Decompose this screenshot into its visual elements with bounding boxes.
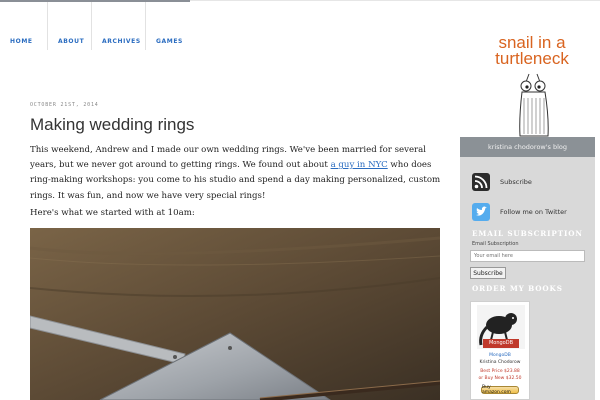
order-books-heading: ORDER MY BOOKS bbox=[472, 284, 563, 293]
snail-mascot-icon bbox=[519, 73, 549, 137]
book-cover[interactable]: MongoDB bbox=[477, 305, 525, 349]
nav-archives[interactable]: ARCHIVES bbox=[92, 2, 146, 50]
email-input[interactable] bbox=[470, 250, 585, 262]
main-nav: HOME ABOUT ARCHIVES GAMES bbox=[0, 2, 190, 50]
rss-subscribe-link[interactable]: Subscribe bbox=[472, 173, 532, 191]
post-date: OCTOBER 21ST, 2014 bbox=[30, 102, 99, 108]
twitter-follow-link[interactable]: Follow me on Twitter bbox=[472, 203, 567, 221]
book-best-price[interactable]: Best Price $23.88 bbox=[471, 369, 529, 375]
post-photo bbox=[30, 228, 440, 400]
email-subscription-heading: EMAIL SUBSCRIPTION bbox=[472, 229, 583, 238]
email-field-label: Email Subscription bbox=[472, 241, 519, 247]
photo-tools-illustration bbox=[30, 228, 440, 400]
nav-games[interactable]: GAMES bbox=[146, 2, 190, 50]
rss-subscribe-label: Subscribe bbox=[500, 178, 532, 186]
nav-about-label: ABOUT bbox=[58, 38, 85, 45]
post-paragraph-2: Here's what we started with at 10am: bbox=[30, 208, 195, 218]
email-subscribe-button[interactable]: Subscribe bbox=[470, 267, 506, 279]
rss-icon bbox=[472, 173, 490, 191]
guy-in-nyc-link[interactable]: a guy in NYC bbox=[331, 160, 388, 170]
post-title[interactable]: Making wedding rings bbox=[30, 115, 194, 135]
book-widget[interactable]: MongoDB MongoDB Kristina Chodorow Best P… bbox=[470, 301, 530, 400]
blog-tagline: kristina chodorow's blog bbox=[487, 143, 568, 151]
sidebar: kristina chodorow's blog Subscribe Follo… bbox=[460, 137, 595, 400]
book-author: Kristina Chodorow bbox=[479, 360, 521, 365]
book-title-link[interactable]: MongoDB bbox=[471, 353, 529, 359]
nav-home-label: HOME bbox=[10, 38, 33, 45]
logo-line-2: turtleneck bbox=[495, 49, 569, 68]
nav-archives-label: ARCHIVES bbox=[102, 38, 141, 45]
site-logo[interactable]: snail in a turtleneck bbox=[484, 34, 580, 68]
twitter-icon bbox=[472, 203, 490, 221]
book-cover-title: MongoDB bbox=[488, 340, 514, 346]
amazon-buy-button[interactable]: Buy amazon.com bbox=[481, 385, 519, 395]
nav-about[interactable]: ABOUT bbox=[48, 2, 92, 50]
book-buy-new-price[interactable]: or Buy New $32.50 bbox=[471, 376, 529, 382]
nav-games-label: GAMES bbox=[156, 38, 183, 45]
twitter-follow-label: Follow me on Twitter bbox=[500, 208, 567, 216]
post-paragraph-1: This weekend, Andrew and I made our own … bbox=[30, 143, 442, 204]
nav-home[interactable]: HOME bbox=[0, 2, 48, 50]
tagline-bar: kristina chodorow's blog bbox=[460, 137, 595, 157]
